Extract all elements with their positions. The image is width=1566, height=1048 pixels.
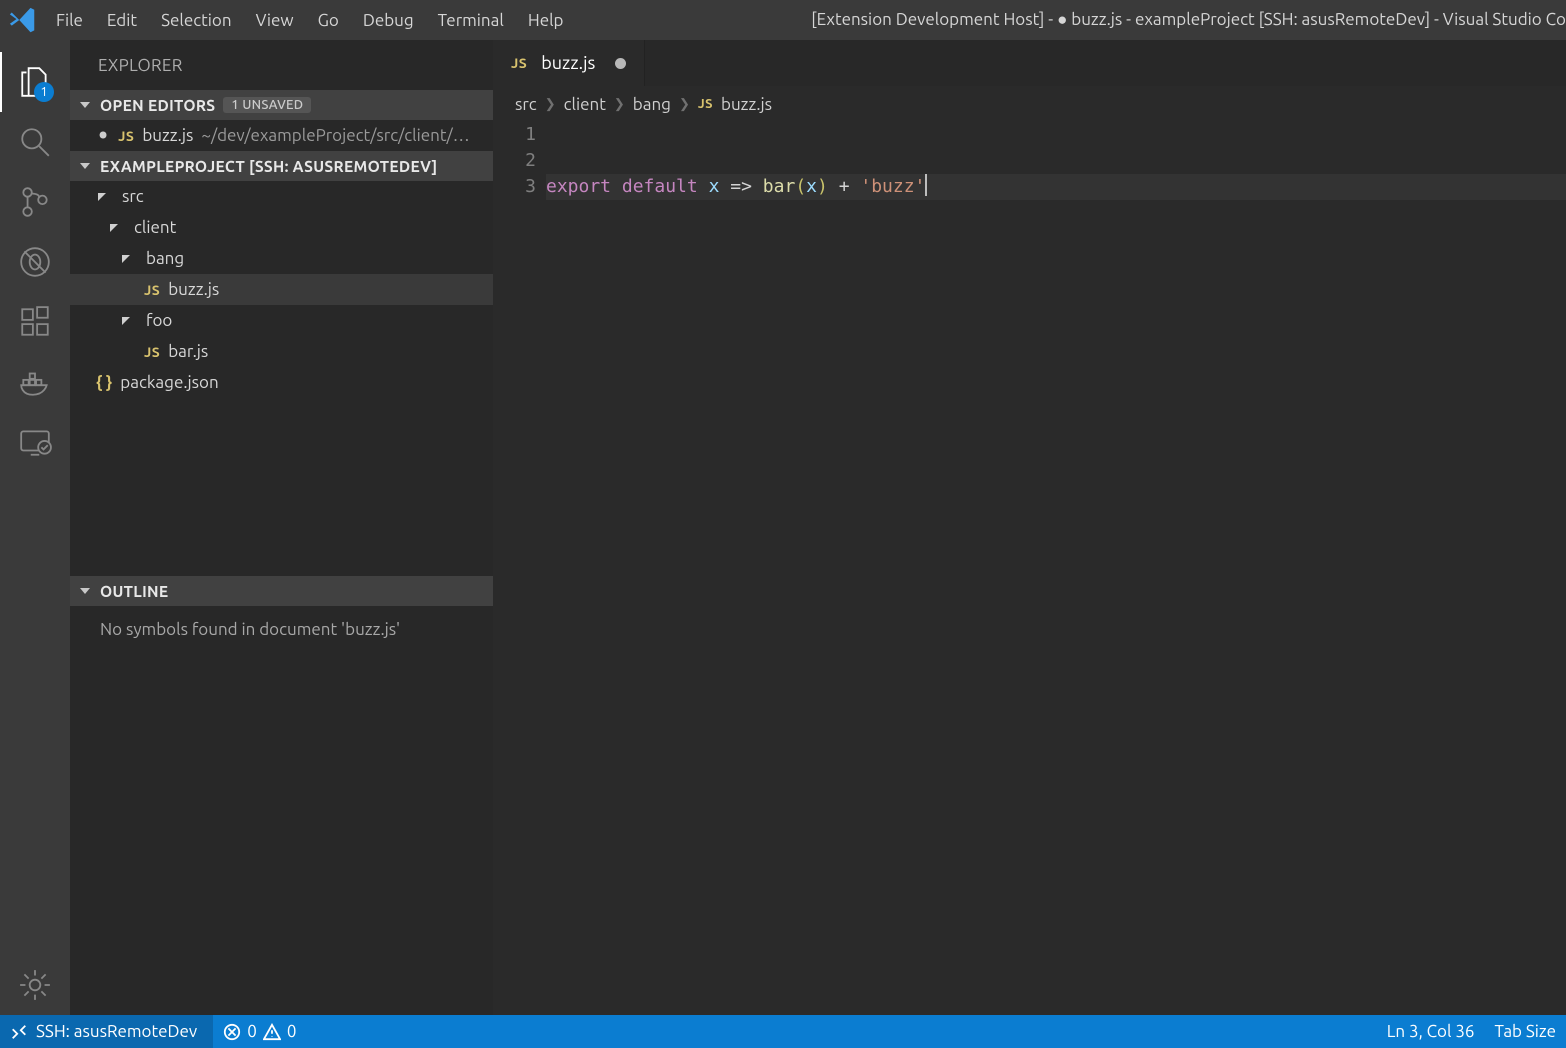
open-editor-name: buzz.js	[142, 126, 193, 145]
activity-debug-icon[interactable]	[10, 232, 60, 292]
activity-search-icon[interactable]	[10, 112, 60, 172]
crumb[interactable]: client	[564, 95, 606, 114]
status-warning-count: 0	[287, 1022, 297, 1041]
outline-empty-message: No symbols found in document 'buzz.js'	[70, 606, 493, 1015]
file-name: buzz.js	[168, 280, 219, 299]
explorer-sidebar: EXPLORER OPEN EDITORS 1 UNSAVED • JS buz…	[70, 40, 493, 1015]
crumb[interactable]: buzz.js	[721, 95, 772, 114]
menu-debug[interactable]: Debug	[351, 7, 426, 34]
folder-name: bang	[146, 249, 184, 268]
outline-header[interactable]: OUTLINE	[70, 576, 493, 606]
open-editor-item[interactable]: • JS buzz.js ~/dev/exampleProject/src/cl…	[70, 120, 493, 151]
menu-bar: File Edit Selection View Go Debug Termin…	[44, 7, 575, 34]
tree-folder-client[interactable]: client	[70, 212, 493, 243]
breadcrumbs[interactable]: src ❯ client ❯ bang ❯ JS buzz.js	[493, 86, 1566, 122]
tree-folder-bang[interactable]: bang	[70, 243, 493, 274]
tree-file-bar-js[interactable]: JS bar.js	[70, 336, 493, 367]
activity-explorer-badge: 1	[34, 82, 54, 102]
file-name: package.json	[120, 373, 218, 392]
unsaved-badge: 1 UNSAVED	[223, 97, 311, 113]
editor-tabs: JS buzz.js	[493, 40, 1566, 86]
file-name: bar.js	[168, 342, 208, 361]
chevron-right-icon: ❯	[545, 97, 556, 112]
editor-tab-buzz-js[interactable]: JS buzz.js	[493, 40, 645, 86]
activity-explorer-icon[interactable]: 1	[10, 52, 60, 112]
activity-extensions-icon[interactable]	[10, 292, 60, 352]
crumb[interactable]: bang	[633, 95, 671, 114]
project-header[interactable]: EXAMPLEPROJECT [SSH: ASUSREMOTEDEV]	[70, 151, 493, 181]
crumb[interactable]: src	[515, 95, 537, 114]
menu-terminal[interactable]: Terminal	[426, 7, 516, 34]
menu-file[interactable]: File	[44, 7, 95, 34]
open-editors-header[interactable]: OPEN EDITORS 1 UNSAVED	[70, 90, 493, 120]
chevron-down-icon	[98, 193, 106, 201]
code-editor[interactable]: 1 2 3 export default x => bar(x) + 'buzz…	[493, 122, 1566, 1015]
chevron-right-icon: ❯	[679, 97, 690, 112]
code-lines[interactable]: export default x => bar(x) + 'buzz'	[546, 122, 1566, 1015]
error-icon	[223, 1023, 241, 1041]
status-cursor-position[interactable]: Ln 3, Col 36	[1377, 1022, 1485, 1041]
menu-go[interactable]: Go	[306, 7, 351, 34]
chevron-down-icon	[110, 224, 118, 232]
chevron-down-icon	[122, 317, 130, 325]
folder-name: client	[134, 218, 176, 237]
activity-remote-icon[interactable]	[10, 412, 60, 472]
activity-scm-icon[interactable]	[10, 172, 60, 232]
title-bar: File Edit Selection View Go Debug Termin…	[0, 0, 1566, 40]
activity-settings-icon[interactable]	[10, 955, 60, 1015]
project-label: EXAMPLEPROJECT [SSH: ASUSREMOTEDEV]	[100, 158, 438, 175]
chevron-right-icon: ❯	[614, 97, 625, 112]
status-bar: SSH: asusRemoteDev 0 0 Ln 3, Col 36 Tab …	[0, 1015, 1566, 1048]
remote-icon	[10, 1023, 28, 1041]
folder-name: foo	[146, 311, 172, 330]
activity-docker-icon[interactable]	[10, 352, 60, 412]
status-error-count: 0	[247, 1022, 257, 1041]
vscode-logo-icon	[8, 5, 38, 35]
js-file-icon: JS	[144, 344, 160, 360]
activity-bar: 1	[0, 40, 70, 1015]
menu-selection[interactable]: Selection	[149, 7, 244, 34]
status-errors[interactable]: 0 0	[213, 1022, 306, 1041]
js-file-icon: JS	[144, 282, 160, 298]
status-remote-label: SSH: asusRemoteDev	[36, 1022, 197, 1041]
line-number-gutter: 1 2 3	[508, 122, 546, 1015]
tree-file-package-json[interactable]: { } package.json	[70, 367, 493, 398]
status-remote-host[interactable]: SSH: asusRemoteDev	[0, 1015, 213, 1048]
open-editor-path: ~/dev/exampleProject/src/client/…	[201, 126, 469, 145]
editor-group: JS buzz.js src ❯ client ❯ bang ❯ JS buzz.js…	[493, 40, 1566, 1015]
sidebar-title: EXPLORER	[70, 40, 493, 90]
tab-name: buzz.js	[541, 53, 595, 73]
folder-name: src	[122, 187, 144, 206]
menu-view[interactable]: View	[244, 7, 306, 34]
tree-folder-foo[interactable]: foo	[70, 305, 493, 336]
tree-folder-src[interactable]: src	[70, 181, 493, 212]
workbench-body: 1 EXPLORER OPEN EDITORS 1	[0, 40, 1566, 1015]
warning-icon	[263, 1023, 281, 1041]
text-cursor	[925, 174, 927, 196]
json-file-icon: { }	[96, 373, 112, 392]
chevron-down-icon	[122, 255, 130, 263]
open-editors-label: OPEN EDITORS	[100, 97, 215, 114]
status-tab-size[interactable]: Tab Size	[1485, 1022, 1566, 1041]
window-title: [Extension Development Host] - ● buzz.js…	[811, 10, 1566, 30]
outline-label: OUTLINE	[100, 583, 168, 600]
js-file-icon: JS	[511, 55, 527, 71]
dirty-indicator-icon	[615, 58, 626, 69]
tree-file-buzz-js[interactable]: JS buzz.js	[70, 274, 493, 305]
menu-help[interactable]: Help	[516, 7, 576, 34]
js-file-icon: JS	[698, 97, 713, 111]
js-file-icon: JS	[118, 128, 134, 144]
menu-edit[interactable]: Edit	[95, 7, 149, 34]
